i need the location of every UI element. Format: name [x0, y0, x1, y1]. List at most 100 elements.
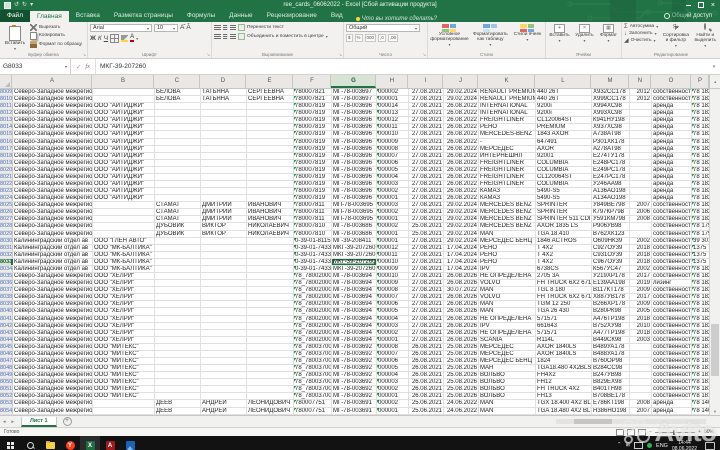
photos-app-button[interactable]: [120, 436, 140, 450]
cell-L8042[interactable]: 661643: [536, 323, 592, 329]
cell-O8016[interactable]: аренда: [652, 139, 692, 145]
cell-B8024[interactable]: ООО "АЙТИДЖИ": [93, 195, 155, 201]
row-header-8016[interactable]: 8016: [0, 139, 13, 145]
cell-L8009[interactable]: 440 26T: [536, 89, 592, 95]
cell-A8019[interactable]: Северо-Западное межрегио: [13, 160, 93, 166]
cell-H8045[interactable]: 000008: [377, 344, 409, 350]
column-header-L[interactable]: L: [535, 75, 591, 88]
cell-K8014[interactable]: РЕНО: [479, 124, 536, 130]
cell-N8048[interactable]: [630, 365, 652, 371]
cell-C8014[interactable]: [155, 124, 201, 130]
cell-M8049[interactable]: В247УВ98: [592, 372, 630, 378]
cell-H8011[interactable]: 000014: [377, 103, 409, 109]
scroll-down-icon[interactable]: ▼: [710, 409, 720, 414]
cell-D8046[interactable]: [201, 351, 247, 357]
shrink-font-button[interactable]: А̌: [186, 24, 190, 32]
cell-O8015[interactable]: аренда: [652, 131, 692, 137]
cell-C8036[interactable]: [155, 280, 201, 286]
cell-H8040[interactable]: 000005: [377, 308, 409, 314]
cell-N8014[interactable]: [630, 124, 652, 130]
cell-F8041[interactable]: 78_780020002: [294, 316, 332, 322]
font-name-combo[interactable]: Arial▾: [90, 24, 152, 32]
row-header-8018[interactable]: 8018: [0, 153, 13, 159]
cell-M8034[interactable]: К567УС47: [592, 266, 630, 272]
cell-M8032[interactable]: С931ОУ39: [592, 252, 630, 258]
cell-J8025[interactable]: 29.02.2024: [444, 202, 479, 208]
cell-E8053[interactable]: ЛЕОНИДОВИЧ: [247, 400, 294, 406]
cell-N8026[interactable]: 2006: [630, 209, 652, 215]
cell-B8038[interactable]: ООО "ХЕЛРИ": [93, 294, 155, 300]
cell-I8044[interactable]: 27.08.2021: [409, 337, 444, 343]
cell-K8044[interactable]: SCANIA: [479, 337, 536, 343]
cell-G8036[interactable]: МГ-78-003694: [332, 280, 377, 286]
cell-A8038[interactable]: Северо-Западное межрегио: [13, 294, 93, 300]
action-center-icon[interactable]: [705, 442, 715, 450]
cell-G8043[interactable]: МГ-78-003694: [332, 330, 377, 336]
cell-A8046[interactable]: Северо-Западное межрегио: [13, 351, 93, 357]
cell-M8045[interactable]: В489УА178: [592, 344, 630, 350]
cell-F8029[interactable]: 780007810: [294, 231, 332, 237]
cell-P8036[interactable]: 78 1821: [692, 280, 710, 286]
cell-B8029[interactable]: [93, 231, 155, 237]
cell-F8038[interactable]: 78_780020002: [294, 294, 332, 300]
cell-J8023[interactable]: 26.08.2022: [444, 188, 479, 194]
cell-C8054[interactable]: ДЕЕВ: [155, 408, 201, 414]
cell-E8026[interactable]: ИВАНОВИЧ: [247, 209, 294, 215]
cell-L8038[interactable]: FH TRUCK 6X2 6712: [536, 294, 592, 300]
cell-L8032[interactable]: T 4X2: [536, 252, 592, 258]
cell-E8022[interactable]: [247, 181, 294, 187]
cell-K8009[interactable]: RENAULT PREMIUM: [479, 89, 536, 95]
cell-B8031[interactable]: ООО "МК-БАЛТИКА": [93, 245, 155, 251]
cell-N8018[interactable]: [630, 153, 652, 159]
cell-P8043[interactable]: 78 1821: [692, 330, 710, 336]
row-header-8053[interactable]: 8053: [0, 400, 13, 406]
cell-N8027[interactable]: 2008: [630, 216, 652, 222]
cell-D8012[interactable]: [201, 110, 247, 116]
row-header-8017[interactable]: 8017: [0, 146, 13, 152]
cell-B8036[interactable]: ООО "ХЕЛРИ": [93, 280, 155, 286]
cell-D8031[interactable]: [201, 245, 247, 251]
cell-G8047[interactable]: МГ-78-003692: [332, 358, 377, 364]
cell-P8044[interactable]: 78 1821: [692, 337, 710, 343]
cell-D8009[interactable]: ТАТЬЯНА: [201, 89, 247, 95]
cell-F8054[interactable]: 780007751: [294, 408, 332, 414]
cell-K8029[interactable]: MAN: [479, 231, 536, 237]
cell-M8052[interactable]: В708ВЕ178: [592, 393, 630, 399]
fx-icon[interactable]: fx: [85, 63, 90, 70]
cell-M8050[interactable]: В829ЕХ98: [592, 379, 630, 385]
column-header-M[interactable]: M: [591, 75, 629, 88]
cell-L8043[interactable]: 571571: [536, 330, 592, 336]
cell-O8046[interactable]: собственность: [652, 351, 692, 357]
cell-A8025[interactable]: Северо-Западное межрегио: [13, 202, 93, 208]
cell-C8046[interactable]: [155, 351, 201, 357]
cell-J8014[interactable]: 26.08.2022: [444, 124, 479, 130]
cell-I8009[interactable]: 27.08.2021: [409, 89, 444, 95]
cell-K8031[interactable]: РЕНО: [479, 245, 536, 251]
cell-A8042[interactable]: Северо-Западное межрегио: [13, 323, 93, 329]
cell-C8050[interactable]: [155, 379, 201, 385]
cell-A8051[interactable]: Северо-Западное межрегио: [13, 386, 93, 392]
tray-app-icon[interactable]: ⊞: [625, 436, 630, 450]
cell-H8019[interactable]: 000006: [377, 160, 409, 166]
sheet-nav-left-icon[interactable]: ◄: [0, 419, 8, 424]
cell-D8018[interactable]: [201, 153, 247, 159]
cell-N8051[interactable]: [630, 386, 652, 392]
tab-formulas[interactable]: Формулы: [180, 10, 222, 22]
cell-H8039[interactable]: 000006: [377, 301, 409, 307]
cell-I8050[interactable]: 26.08.2021: [409, 379, 444, 385]
cell-I8017[interactable]: 27.08.2021: [409, 146, 444, 152]
italic-button[interactable]: К: [98, 35, 102, 43]
cell-B8035[interactable]: ООО "ХЕЛРИ": [93, 273, 155, 279]
cell-J8042[interactable]: 26.08.2026: [444, 323, 479, 329]
cell-D8030[interactable]: [201, 238, 247, 244]
cell-K8017[interactable]: МЕРСЕДЕС: [479, 146, 536, 152]
cell-J8015[interactable]: 26.08.2022: [444, 131, 479, 137]
cell-A8013[interactable]: Северо-Западное межрегио: [13, 117, 93, 123]
cell-L8052[interactable]: FH13: [536, 393, 592, 399]
accounting-format-button[interactable]: $: [346, 34, 353, 42]
cell-J8054[interactable]: 24.06.2022: [444, 408, 479, 414]
row-header-8042[interactable]: 8042: [0, 323, 13, 329]
clear-button[interactable]: ◢Очистить▾: [624, 38, 659, 44]
cell-I8012[interactable]: 27.08.2021: [409, 110, 444, 116]
cell-K8038[interactable]: VOLVO: [479, 294, 536, 300]
